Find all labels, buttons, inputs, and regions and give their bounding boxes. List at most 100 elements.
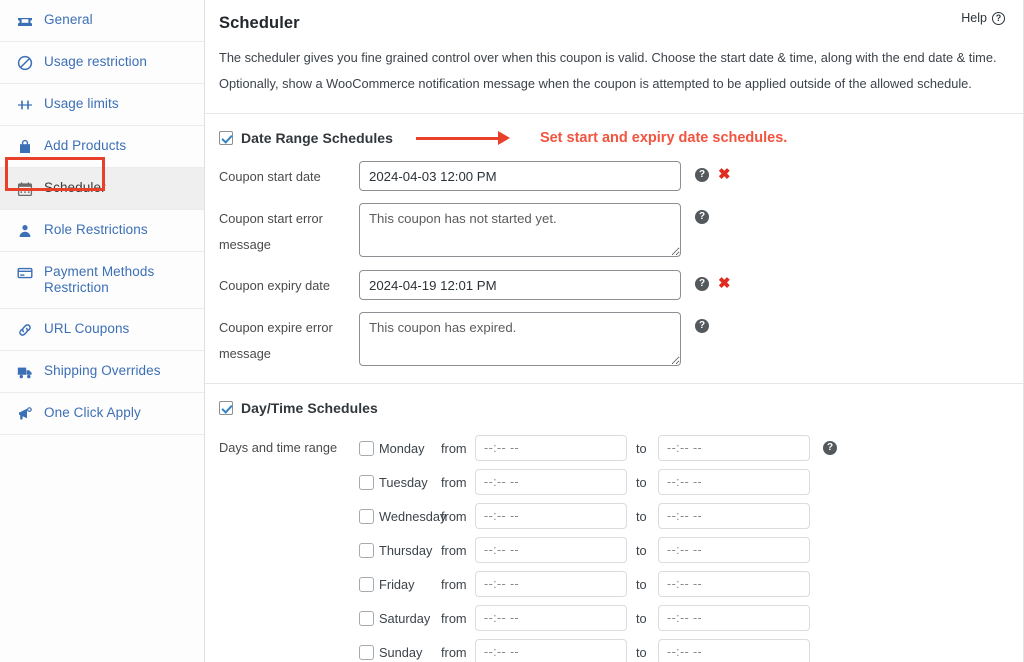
day-checkbox-group-tuesday: Tuesday	[359, 474, 435, 490]
from-label-monday: from	[441, 440, 467, 456]
to-label-thursday: to	[636, 542, 647, 558]
sidebar-item-label: URL Coupons	[44, 321, 130, 336]
help-tooltip-icon[interactable]: ?	[695, 319, 709, 333]
sidebar-item-label: Shipping Overrides	[44, 363, 161, 378]
sidebar-item-scheduler[interactable]: Scheduler	[0, 168, 204, 210]
day-checkbox-monday[interactable]	[359, 440, 374, 456]
day-row-tuesday: Tuesday from to	[359, 465, 1009, 499]
to-time-input-monday[interactable]	[658, 435, 810, 461]
sidebar-item-url-coupons[interactable]: URL Coupons	[0, 309, 204, 351]
sidebar-item-label: Usage restriction	[44, 54, 147, 69]
clear-coupon-start-date-button[interactable]: ✖	[718, 167, 731, 182]
day-checkbox-tuesday[interactable]	[359, 474, 374, 490]
sidebar-item-label: Payment Methods Restriction	[44, 264, 155, 295]
help-link[interactable]: Help ?	[961, 11, 1005, 25]
days-and-time-range-label: Days and time range	[219, 440, 338, 455]
from-time-input-wednesday[interactable]	[475, 503, 627, 529]
coupon-expiry-date-label: Coupon expiry date	[219, 278, 330, 293]
arrow-line	[415, 136, 498, 140]
day-row-friday: Friday from to	[359, 567, 1009, 601]
day-checkbox-saturday[interactable]	[359, 610, 374, 626]
help-tooltip-icon[interactable]: ?	[823, 441, 837, 455]
from-label-friday: from	[441, 576, 467, 592]
day-row-wednesday: Wednesdayfrom to	[359, 499, 1009, 533]
sidebar-item-usage-restriction[interactable]: Usage restriction	[0, 42, 204, 84]
sidebar-item-shipping-overrides[interactable]: Shipping Overrides	[0, 351, 204, 393]
from-time-input-sunday[interactable]	[475, 639, 627, 662]
sidebar-item-role-restrictions[interactable]: Role Restrictions	[0, 210, 204, 252]
day-time-header: Day/Time Schedules	[219, 398, 1009, 418]
date-range-header: Date Range Schedules Set start and expir…	[219, 128, 1009, 148]
day-checkbox-group-sunday: Sunday	[359, 644, 435, 660]
page-title: Scheduler	[219, 14, 300, 32]
coupon-start-error-message-label: Coupon start error message	[219, 211, 323, 252]
day-checkbox-group-friday: Friday	[359, 576, 435, 592]
sidebar-item-general[interactable]: General	[0, 0, 204, 42]
to-time-input-saturday[interactable]	[658, 605, 810, 631]
coupon-expire-error-message-label: Coupon expire error message	[219, 320, 333, 361]
sidebar-item-add-products[interactable]: Add Products	[0, 126, 204, 168]
to-time-input-thursday[interactable]	[658, 537, 810, 563]
day-checkbox-friday[interactable]	[359, 576, 374, 592]
coupon-expiry-date-row-icons: ? ✖	[681, 270, 731, 291]
day-checkbox-thursday[interactable]	[359, 542, 374, 558]
day-label-saturday: Saturday	[379, 610, 431, 626]
coupon-start-error-message-field: This coupon has not started yet.	[359, 203, 681, 257]
day-time-schedules-title: Day/Time Schedules	[241, 400, 378, 416]
sidebar-item-label: Add Products	[44, 138, 127, 153]
to-label-friday: to	[636, 576, 647, 592]
to-label-monday: to	[636, 440, 647, 456]
panel-header: Scheduler Help ?	[205, 0, 1023, 45]
form-row-coupon-start-error-message: Coupon start error message This coupon ha…	[219, 203, 1009, 258]
day-label-tuesday: Tuesday	[379, 474, 428, 490]
annotation-text: Set start and expiry date schedules.	[539, 130, 788, 146]
form-row-coupon-expiry-date: Coupon expiry date?✖	[219, 270, 1009, 300]
from-time-input-friday[interactable]	[475, 571, 627, 597]
coupon-start-error-message-textarea[interactable]: This coupon has not started yet.	[359, 203, 681, 257]
day-label-wednesday: Wednesday	[379, 508, 447, 524]
from-time-input-tuesday[interactable]	[475, 469, 627, 495]
sidebar-item-one-click-apply[interactable]: One Click Apply	[0, 393, 204, 435]
date-range-schedules-checkbox[interactable]	[219, 131, 233, 145]
calendar-icon	[17, 181, 33, 197]
day-checkbox-sunday[interactable]	[359, 644, 374, 660]
sidebar-item-payment-methods-restriction[interactable]: Payment Methods Restriction	[0, 252, 204, 309]
day-time-schedules-checkbox[interactable]	[219, 401, 233, 415]
coupon-expiry-date-field	[359, 270, 681, 300]
help-tooltip-icon[interactable]: ?	[695, 277, 709, 291]
day-checkbox-group-monday: Monday	[359, 440, 435, 456]
to-time-input-friday[interactable]	[658, 571, 810, 597]
help-tooltip-icon[interactable]: ?	[695, 168, 709, 182]
from-time-input-saturday[interactable]	[475, 605, 627, 631]
arrow-head-icon	[497, 131, 510, 145]
coupon-start-date-input[interactable]	[359, 161, 681, 191]
day-checkbox-wednesday[interactable]	[359, 508, 374, 524]
coupon-expiry-date-input[interactable]	[359, 270, 681, 300]
sidebar-item-usage-limits[interactable]: Usage limits	[0, 84, 204, 126]
from-time-input-monday[interactable]	[475, 435, 627, 461]
day-label-thursday: Thursday	[379, 542, 433, 558]
slider-icon	[17, 97, 33, 113]
to-time-input-sunday[interactable]	[658, 639, 810, 662]
annotation-arrow	[415, 131, 510, 145]
from-label-saturday: from	[441, 610, 467, 626]
to-time-input-tuesday[interactable]	[658, 469, 810, 495]
from-time-input-thursday[interactable]	[475, 537, 627, 563]
form-row-coupon-expire-error-message: Coupon expire error message This coupon h…	[219, 312, 1009, 367]
settings-sidebar: General Usage restriction Usage limits Add …	[0, 0, 205, 662]
coupon-expire-error-message-textarea[interactable]: This coupon has expired.	[359, 312, 681, 366]
clear-coupon-expiry-date-button[interactable]: ✖	[718, 276, 731, 291]
question-mark-icon: ?	[992, 11, 1005, 25]
coupon-settings-window: General Usage restriction Usage limits Add …	[0, 0, 1024, 662]
from-label-wednesday: from	[441, 508, 467, 524]
to-time-input-wednesday[interactable]	[658, 503, 810, 529]
coupon-start-date-row-icons: ? ✖	[681, 161, 731, 182]
from-label-sunday: from	[441, 644, 467, 660]
to-label-wednesday: to	[636, 508, 647, 524]
day-row-saturday: Saturday from to	[359, 601, 1009, 635]
help-tooltip-icon[interactable]: ?	[695, 210, 709, 224]
sidebar-item-label: Role Restrictions	[44, 222, 148, 237]
sidebar-item-label: General	[44, 12, 93, 27]
day-row-monday: Monday from to?	[359, 431, 1009, 465]
sidebar-item-label: Usage limits	[44, 96, 119, 111]
